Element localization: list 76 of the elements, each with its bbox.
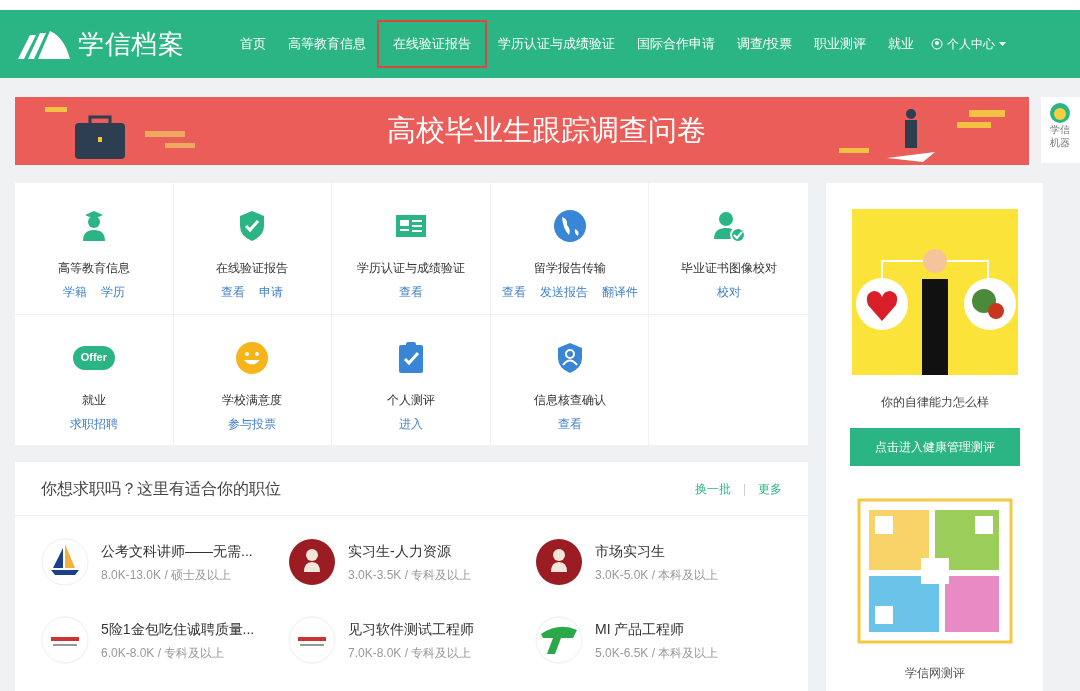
offer-icon: Offer	[72, 345, 115, 370]
service-link[interactable]: 翻译件	[601, 283, 638, 301]
caret-icon	[999, 42, 1007, 46]
job-title: MI 产品工程师	[595, 619, 686, 639]
user-circle-icon	[931, 38, 944, 50]
survey-banner[interactable]: 高校毕业生跟踪调查问卷	[15, 97, 1029, 165]
service-title: 毕业证书图像校对	[680, 260, 777, 277]
nav-link[interactable]: 学历认证与成绩验证	[486, 20, 626, 68]
job-salary-education: 6.0K-8.0K / 专科及以上	[101, 644, 226, 662]
service-title: 信息核查确认	[533, 391, 606, 409]
service-link[interactable]: 查看	[557, 414, 582, 433]
company-logo-icon	[535, 616, 583, 664]
job-item[interactable]: MI 产品工程师 5.0K-6.5K / 本科及以上	[535, 616, 782, 664]
job-salary-education: 7.0K-8.0K / 专科及以上	[348, 644, 473, 662]
jobs-action-link[interactable]: 换一批	[694, 479, 731, 498]
service-title: 学历认证与成绩验证	[357, 260, 465, 277]
figure-logo-icon	[535, 538, 583, 586]
health-test-button[interactable]: 点击进入健康管理测评	[849, 428, 1020, 466]
job-title: 实习生-人力资源	[348, 541, 452, 561]
side-widget-text: 机器	[1050, 136, 1071, 149]
qr-caption: 学信网测评	[904, 665, 965, 682]
figure-logo-icon	[288, 538, 336, 586]
service-link[interactable]: 申请	[259, 283, 284, 301]
service-title: 个人测评	[387, 391, 435, 409]
service-title: 就业	[81, 391, 106, 409]
job-title: 5险1金包吃住诚聘质量...	[101, 619, 255, 639]
job-item[interactable]: 5险1金包吃住诚聘质量... 6.0K-8.0K / 专科及以上	[41, 616, 288, 664]
service-link[interactable]: 学历	[100, 283, 125, 301]
nav-link[interactable]: 在线验证报告	[376, 20, 487, 68]
service-title: 高等教育信息	[57, 260, 130, 277]
job-title: 市场实习生	[595, 541, 666, 561]
service-title: 学校满意度	[222, 391, 283, 409]
jobs-title: 你想求职吗？这里有适合你的职位	[41, 478, 281, 499]
logo-icon	[16, 29, 70, 59]
service-link[interactable]: 进入	[399, 414, 423, 433]
jobs-action-link[interactable]: 更多	[758, 479, 782, 498]
job-item[interactable]: 公考文科讲师——无需... 8.0K-13.0K / 硕士及以上	[41, 538, 288, 586]
smiley-icon	[235, 340, 270, 375]
nav-link[interactable]: 调查/投票	[725, 20, 804, 68]
sailboat-logo-icon	[41, 538, 89, 586]
nav-link[interactable]: 国际合作申请	[625, 20, 726, 68]
service-title: 在线验证报告	[216, 260, 289, 277]
job-item[interactable]: 实习生-人力资源 3.0K-3.5K / 专科及以上	[288, 538, 535, 586]
company-logo-icon	[288, 616, 336, 664]
service-link[interactable]: 参与投票	[228, 414, 277, 433]
globe-icon	[552, 209, 587, 243]
side-widget-text: 学信	[1050, 123, 1071, 136]
service-link[interactable]: 查看	[221, 283, 246, 301]
job-salary-education: 3.0K-5.0K / 本科及以上	[595, 566, 719, 584]
robot-avatar-icon	[1050, 103, 1071, 123]
nav-link[interactable]: 职业测评	[803, 20, 878, 68]
service-title: 留学报告传输	[533, 260, 606, 277]
service-link[interactable]: 求职招聘	[69, 414, 118, 433]
service-link[interactable]: 校对	[716, 283, 741, 301]
company-logo-icon	[41, 616, 89, 664]
job-salary-education: 3.0K-3.5K / 专科及以上	[348, 566, 472, 584]
service-link[interactable]: 查看	[501, 283, 526, 301]
job-title: 见习软件测试工程师	[348, 619, 474, 639]
job-salary-education: 8.0K-13.0K / 硕士及以上	[101, 566, 233, 584]
service-link[interactable]: 发送报告	[539, 283, 588, 301]
job-title: 公考文科讲师——无需...	[101, 541, 253, 561]
banner-title: 高校毕业生跟踪调查问卷	[387, 113, 706, 149]
service-link[interactable]: 学籍	[62, 283, 87, 301]
nav-link[interactable]: 高等教育信息	[276, 20, 377, 68]
service-link[interactable]: 查看	[399, 283, 423, 301]
promo-caption: 你的自律能力怎么样	[880, 394, 989, 411]
side-widget[interactable]: 学信 机器	[1040, 97, 1080, 163]
nav-link[interactable]: 首页	[228, 20, 277, 68]
nav-link[interactable]: 就业	[877, 20, 926, 68]
job-item[interactable]: 市场实习生 3.0K-5.0K / 本科及以上	[535, 538, 782, 586]
action-separator: |	[742, 480, 746, 498]
job-item[interactable]: 见习软件测试工程师 7.0K-8.0K / 专科及以上	[288, 616, 535, 664]
user-menu-button[interactable]: 个人中心	[931, 35, 1007, 53]
logo-text: 学信档案	[78, 27, 185, 61]
user-check-icon	[711, 209, 746, 243]
job-salary-education: 5.0K-6.5K / 本科及以上	[595, 644, 719, 662]
